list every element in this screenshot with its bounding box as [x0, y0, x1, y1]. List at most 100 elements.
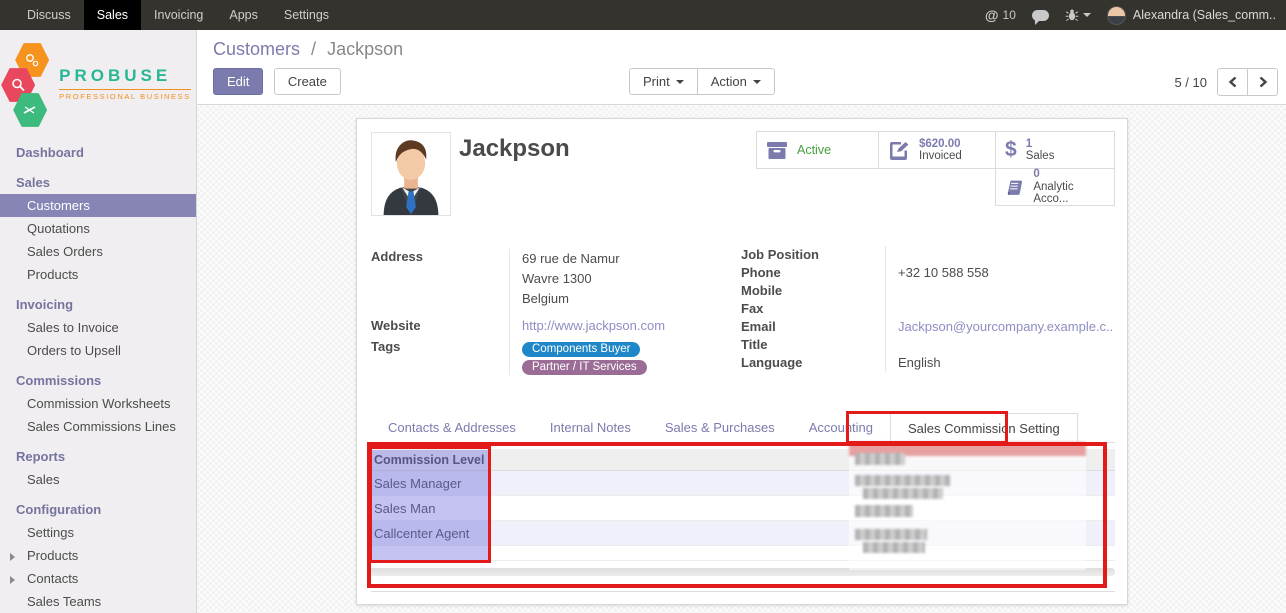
logo-subtitle: PROFESSIONAL BUSINESS — [59, 89, 191, 101]
table-bottom-divider — [371, 591, 1115, 592]
sidebar-item-commission-worksheets[interactable]: Commission Worksheets — [0, 392, 196, 415]
print-dropdown[interactable]: Print — [629, 68, 698, 95]
fax-value — [898, 300, 1117, 318]
job-position-label: Job Position — [741, 246, 885, 264]
dollar-icon: $ — [1005, 138, 1017, 162]
expand-arrow-icon[interactable] — [10, 576, 15, 584]
app-logo[interactable]: PROBUSE PROFESSIONAL BUSINESS — [0, 30, 196, 134]
sidebar-item-reports-sales[interactable]: Sales — [0, 468, 196, 491]
sidebar-item-sales-commissions-lines[interactable]: Sales Commissions Lines — [0, 415, 196, 438]
address-group: Address Website Tags 69 rue de Namur Wav… — [371, 249, 733, 375]
sidebar-item-sales-teams[interactable]: Sales Teams — [0, 590, 196, 613]
tab-contacts-addresses[interactable]: Contacts & Addresses — [371, 413, 533, 442]
sidebar-header-reports[interactable]: Reports — [0, 444, 196, 468]
sidebar-header-commissions[interactable]: Commissions — [0, 368, 196, 392]
sidebar: PROBUSE PROFESSIONAL BUSINESS Dashboard … — [0, 30, 197, 613]
bug-icon — [1065, 8, 1079, 22]
chevron-left-icon — [1228, 76, 1238, 88]
pager-previous-button[interactable] — [1217, 68, 1248, 96]
debug-menu[interactable] — [1065, 8, 1091, 22]
breadcrumb-separator: / — [311, 39, 316, 59]
sidebar-item-quotations[interactable]: Quotations — [0, 217, 196, 240]
fax-label: Fax — [741, 300, 885, 318]
contact-group: Job Position Phone Mobile Fax Email Titl… — [741, 246, 1117, 372]
tab-sales-purchases[interactable]: Sales & Purchases — [648, 413, 792, 442]
website-label: Website — [371, 313, 509, 339]
tab-sales-commission-setting[interactable]: Sales Commission Setting — [890, 413, 1078, 442]
tags-label: Tags — [371, 339, 509, 354]
analytic-accounts-stat-button[interactable]: 0 Analytic Acco... — [995, 168, 1115, 206]
tag-partner-it-services: Partner / IT Services — [522, 360, 647, 375]
pager: 5 / 10 — [1174, 68, 1278, 96]
address-value: 69 rue de Namur Wavre 1300 Belgium — [522, 249, 733, 313]
tab-accounting[interactable]: Accounting — [792, 413, 890, 442]
topbar: Discuss Sales Invoicing Apps Settings @ … — [0, 0, 1286, 30]
annotation-column-highlight — [372, 450, 491, 560]
mentions-count: 10 — [1003, 8, 1016, 22]
active-stat-button[interactable]: Active — [756, 131, 879, 169]
sidebar-item-config-products[interactable]: Products — [0, 544, 196, 567]
archive-icon — [766, 141, 788, 160]
edit-button[interactable]: Edit — [213, 68, 263, 95]
job-position-value — [898, 246, 1117, 264]
sidebar-header-invoicing[interactable]: Invoicing — [0, 292, 196, 316]
expand-arrow-icon[interactable] — [10, 553, 15, 561]
menu-discuss[interactable]: Discuss — [14, 0, 84, 30]
customer-form-sheet: Jackpson Active — [356, 118, 1128, 605]
email-link[interactable]: Jackpson@yourcompany.example.c.. — [898, 319, 1113, 334]
sales-stat-button[interactable]: $ 1 Sales — [995, 131, 1115, 169]
breadcrumb-customers[interactable]: Customers — [213, 39, 300, 59]
mentions-counter[interactable]: @ 10 — [985, 7, 1016, 23]
language-value: English — [898, 354, 1117, 372]
sidebar-item-settings[interactable]: Settings — [0, 521, 196, 544]
content: Customers / Jackpson Edit Create Print A… — [197, 30, 1286, 613]
chevron-down-icon — [676, 80, 684, 84]
website-link[interactable]: http://www.jackpson.com — [522, 318, 665, 333]
sidebar-item-dashboard[interactable]: Dashboard — [0, 140, 196, 164]
title-value — [898, 336, 1117, 354]
sidebar-item-sales-section[interactable]: Sales — [0, 170, 196, 194]
sidebar-item-orders-to-upsell[interactable]: Orders to Upsell — [0, 339, 196, 362]
breadcrumb-current: Jackpson — [327, 39, 403, 59]
menu-apps[interactable]: Apps — [216, 0, 271, 30]
notebook-tabs: Contacts & Addresses Internal Notes Sale… — [371, 413, 1115, 443]
stat-buttons: Active $620.00 Invoiced $ — [757, 132, 1115, 206]
menu-sales[interactable]: Sales — [84, 0, 141, 30]
mobile-label: Mobile — [741, 282, 885, 300]
phone-label: Phone — [741, 264, 885, 282]
user-avatar — [1107, 6, 1126, 25]
redacted-text — [855, 453, 905, 465]
page-title: Jackpson — [459, 135, 570, 163]
breadcrumb: Customers / Jackpson — [213, 39, 403, 60]
redacted-text — [855, 505, 913, 517]
sidebar-item-products[interactable]: Products — [0, 263, 196, 286]
create-button[interactable]: Create — [274, 68, 341, 95]
sidebar-item-config-contacts[interactable]: Contacts — [0, 567, 196, 590]
phone-value: +32 10 588 558 — [898, 264, 1117, 282]
action-dropdowns: Print Action — [630, 68, 775, 95]
pager-next-button[interactable] — [1247, 68, 1278, 96]
menu-invoicing[interactable]: Invoicing — [141, 0, 216, 30]
control-panel-buttons: Edit Create Print Action 5 / 10 — [213, 68, 1278, 96]
invoiced-stat-button[interactable]: $620.00 Invoiced — [878, 131, 996, 169]
chat-bubble-icon[interactable] — [1032, 10, 1049, 21]
main-area: Jackpson Active — [197, 105, 1286, 613]
action-dropdown[interactable]: Action — [697, 68, 775, 95]
sidebar-header-configuration[interactable]: Configuration — [0, 497, 196, 521]
language-label: Language — [741, 354, 885, 372]
title-label: Title — [741, 336, 885, 354]
sidebar-item-customers[interactable]: Customers — [0, 194, 196, 217]
redacted-text — [855, 529, 927, 540]
pager-value: 5 / 10 — [1174, 75, 1207, 90]
tab-internal-notes[interactable]: Internal Notes — [533, 413, 648, 442]
chevron-right-icon — [1258, 76, 1268, 88]
sidebar-item-sales-to-invoice[interactable]: Sales to Invoice — [0, 316, 196, 339]
redacted-text — [863, 488, 943, 499]
chevron-down-icon — [753, 80, 761, 84]
menu-settings[interactable]: Settings — [271, 0, 342, 30]
user-menu[interactable]: Alexandra (Sales_comm.. — [1107, 6, 1276, 25]
topbar-right: @ 10 Alexandra (Sales_comm.. — [985, 0, 1286, 30]
logo-title: PROBUSE — [59, 66, 191, 86]
sidebar-item-sales-orders[interactable]: Sales Orders — [0, 240, 196, 263]
tags: Components Buyer Partner / IT Services — [522, 339, 733, 375]
